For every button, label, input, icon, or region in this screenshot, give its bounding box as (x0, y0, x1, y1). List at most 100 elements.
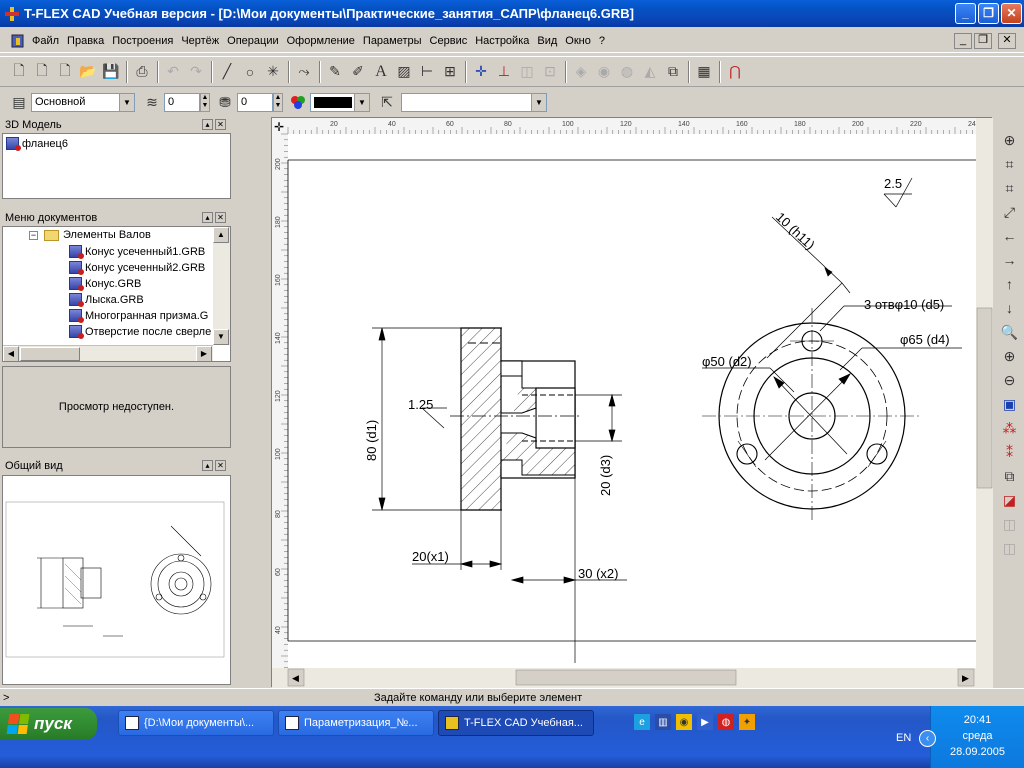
start-button[interactable]: пуск (0, 708, 97, 740)
list-item[interactable]: Отверстие после сверле (69, 325, 211, 339)
sketch-tool-icon[interactable]: ⤳ (293, 61, 315, 83)
close-button[interactable]: ✕ (1001, 3, 1022, 24)
priority-field[interactable]: 0 (237, 92, 273, 112)
magnet-icon[interactable]: ⋂ (724, 61, 746, 83)
graphic-line-icon[interactable]: ✎ (324, 61, 346, 83)
ruler-origin-icon[interactable]: ✛ (274, 120, 284, 134)
taskbar-item[interactable]: {D:\Мои документы\... (118, 710, 274, 736)
fillet-icon[interactable]: ◭ (639, 61, 661, 83)
zoom-icon[interactable]: 🔍 (999, 321, 1021, 343)
snap-icon[interactable]: ⁂ (999, 417, 1021, 439)
menu-parameters[interactable]: Параметры (359, 35, 426, 47)
collapse-icon[interactable]: − (29, 230, 38, 240)
doc-restore-button[interactable]: ❐ (974, 33, 992, 49)
extrude-icon[interactable]: ◈ (570, 61, 592, 83)
boolean-icon[interactable]: ◍ (616, 61, 638, 83)
document-icon[interactable] (10, 33, 26, 49)
dimension-h11[interactable]: 10 (h11) (773, 209, 818, 252)
save-icon[interactable]: 💾 (100, 61, 122, 83)
zoom-extents-icon[interactable]: ⤢ (999, 201, 1021, 223)
redo-icon[interactable]: ↷ (185, 61, 207, 83)
color-combo[interactable]: ▼ (310, 92, 370, 112)
minimize-button[interactable]: _ (955, 3, 976, 24)
zoom-plus-icon[interactable]: ⊕ (999, 345, 1021, 367)
tool-icon[interactable]: ✦ (739, 714, 755, 730)
vertical-scrollbar[interactable]: ▲ ▼ (213, 227, 230, 345)
horizontal-scrollbar[interactable]: ◀ ▶ (3, 345, 213, 361)
open-folder-icon[interactable]: 📂 (77, 61, 99, 83)
pan-up-icon[interactable]: ↑ (999, 273, 1021, 295)
node-tool-icon[interactable]: ✳ (262, 61, 284, 83)
scroll-down-button[interactable]: ▼ (213, 329, 229, 345)
doc-minimize-button[interactable]: _ (954, 33, 972, 49)
3d-window-icon[interactable]: ◪ (999, 489, 1021, 511)
menu-settings[interactable]: Настройка (471, 35, 533, 47)
menu-edit[interactable]: Правка (63, 35, 108, 47)
priority-spinner[interactable]: ▲ ▼ (273, 92, 283, 112)
scroll-up-button[interactable]: ▲ (213, 227, 229, 243)
rotate-icon[interactable]: ◉ (593, 61, 615, 83)
dimension-d2[interactable]: φ50 (d2) (702, 354, 752, 369)
dimension-tool-icon[interactable]: ⊢ (416, 61, 438, 83)
overview-panel[interactable] (2, 475, 231, 685)
workplane-icon[interactable]: ✛ (470, 61, 492, 83)
menu-construct[interactable]: Построения (108, 35, 177, 47)
clock-time[interactable]: 20:41 (931, 714, 1024, 726)
dimension-d4[interactable]: φ65 (d4) (900, 332, 950, 347)
layer-combo[interactable]: Основной ▼ (31, 92, 135, 112)
color-palette-icon[interactable] (287, 91, 309, 113)
roughness-symbol[interactable]: 2.5 (884, 176, 902, 191)
panel-close-button[interactable]: ✕ (215, 460, 226, 471)
panel-restore-button[interactable]: ▴ (202, 119, 213, 130)
list-item[interactable]: Конус.GRB (69, 277, 141, 291)
3d-node-icon[interactable]: ⊥ (493, 61, 515, 83)
taskbar-item[interactable]: Параметризация_№... (278, 710, 434, 736)
zoom-minus-icon[interactable]: ⊖ (999, 369, 1021, 391)
panel-close-button[interactable]: ✕ (215, 212, 226, 223)
menu-view[interactable]: Вид (533, 35, 561, 47)
antivirus-icon[interactable]: ◍ (718, 714, 734, 730)
flange-section-view[interactable] (450, 327, 582, 511)
panel-close-button[interactable]: ✕ (215, 119, 226, 130)
ie-icon[interactable]: e (634, 714, 650, 730)
snap-2-icon[interactable]: ⁑ (999, 441, 1021, 463)
menu-help[interactable]: ? (595, 35, 609, 47)
docs-icon[interactable]: ▥ (655, 714, 671, 730)
zoom-window-icon[interactable]: ⌗ (999, 153, 1021, 175)
panel-restore-button[interactable]: ▴ (202, 212, 213, 223)
drawing-canvas[interactable]: 20 40 60 80 100 120 140 160 180 200 220 … (271, 117, 993, 688)
model-tree-item[interactable]: фланец6 (6, 137, 68, 151)
zoom-in-icon[interactable]: ⊕ (999, 129, 1021, 151)
tflex-app-icon[interactable] (4, 6, 20, 22)
undo-icon[interactable]: ↶ (162, 61, 184, 83)
list-item[interactable]: Конус усеченный1.GRB (69, 245, 205, 259)
new-file-icon[interactable]: 🗋 (8, 61, 30, 83)
dimension-chamfer[interactable]: 1.25 (408, 397, 433, 412)
fragment-icon[interactable]: ⧉ (662, 61, 684, 83)
menu-drawing[interactable]: Чертёж (177, 35, 223, 47)
zoom-all-icon[interactable]: ⌗ (999, 177, 1021, 199)
menu-operations[interactable]: Операции (223, 35, 282, 47)
dimension-x2[interactable]: 30 (x2) (578, 566, 618, 581)
3d-disabled-2-icon[interactable]: ◫ (999, 537, 1021, 559)
scroll-left-button[interactable]: ◀ (3, 346, 19, 361)
dimension-d1[interactable]: 80 (d1) (364, 420, 379, 461)
command-prompt[interactable]: > (0, 692, 30, 704)
3d-view-icon[interactable]: ⊡ (539, 61, 561, 83)
scroll-right-button[interactable]: ▶ (196, 346, 212, 361)
menu-file[interactable]: Файл (28, 35, 63, 47)
redraw-icon[interactable]: ▣ (999, 393, 1021, 415)
list-item[interactable]: Многогранная призма.G (69, 309, 208, 323)
list-item[interactable]: Лыска.GRB (69, 293, 144, 307)
taskbar-item-active[interactable]: T-FLEX CAD Учебная... (438, 710, 594, 736)
select-cursor-icon[interactable]: ⇱ (376, 91, 398, 113)
3d-profile-icon[interactable]: ◫ (516, 61, 538, 83)
media-icon[interactable]: ▶ (697, 714, 713, 730)
menu-service[interactable]: Сервис (426, 35, 472, 47)
canvas-vscroll-thumb[interactable] (976, 307, 993, 489)
calculator-icon[interactable]: ▦ (693, 61, 715, 83)
doc-close-button[interactable]: ✕ (998, 33, 1016, 49)
line-tool-icon[interactable]: ╱ (216, 61, 238, 83)
maximize-button[interactable]: ❐ (978, 3, 999, 24)
scroll-thumb[interactable] (20, 347, 80, 361)
